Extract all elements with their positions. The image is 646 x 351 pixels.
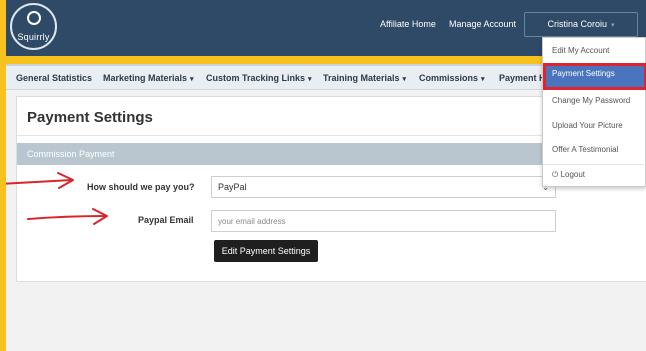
chevron-down-icon: ▾ <box>481 76 485 83</box>
nav-general-statistics[interactable]: General Statistics <box>16 73 92 83</box>
squirrel-icon <box>27 11 41 25</box>
nav-label: Payment H <box>499 73 546 83</box>
nav-label: Marketing Materials <box>103 73 188 83</box>
menu-item-change-password[interactable]: Change My Password <box>543 90 646 112</box>
user-name: Cristina Coroiu <box>547 19 607 29</box>
chevron-down-icon: ▾ <box>611 22 615 29</box>
squirrly-logo[interactable]: Squirrly <box>10 3 57 50</box>
nav-label: Training Materials <box>323 73 400 83</box>
nav-label: Custom Tracking Links <box>206 73 306 83</box>
nav-commissions[interactable]: Commissions ▾ <box>419 73 485 83</box>
paypal-email-input[interactable] <box>211 210 556 232</box>
logout-label: Logout <box>560 170 586 179</box>
menu-item-upload-picture[interactable]: Upload Your Picture <box>543 115 646 137</box>
affiliate-home-link[interactable]: Affiliate Home <box>380 19 436 29</box>
menu-item-payment-settings[interactable]: Payment Settings <box>543 63 646 90</box>
nav-marketing-materials[interactable]: Marketing Materials ▾ <box>103 73 194 83</box>
nav-payment-history[interactable]: Payment H <box>499 73 546 83</box>
chevron-down-icon: ▾ <box>402 76 407 83</box>
pay-method-label: How should we pay you? <box>87 182 195 192</box>
user-menu-button[interactable]: Cristina Coroiu ▾ <box>524 12 638 37</box>
power-icon: ⏻ <box>552 170 559 179</box>
nav-custom-tracking-links[interactable]: Custom Tracking Links ▾ <box>206 73 312 83</box>
menu-item-logout[interactable]: ⏻ Logout <box>543 164 646 186</box>
nav-label: Commissions <box>419 73 479 83</box>
pay-method-value: PayPal <box>218 182 247 192</box>
panel-title: Commission Payment <box>27 149 115 159</box>
manage-account-link[interactable]: Manage Account <box>449 19 516 29</box>
paypal-email-label: Paypal Email <box>138 215 194 225</box>
user-dropdown-menu: Edit My Account Payment Settings Change … <box>542 37 646 187</box>
page-title: Payment Settings <box>27 109 153 126</box>
app-window: Squirrly Affiliate Home Manage Account C… <box>6 0 646 351</box>
nav-label: General Statistics <box>16 73 93 83</box>
edit-payment-settings-button[interactable]: Edit Payment Settings <box>214 240 318 262</box>
menu-item-edit-account[interactable]: Edit My Account <box>543 40 646 62</box>
logo-text: Squirrly <box>17 32 50 42</box>
nav-training-materials[interactable]: Training Materials ▾ <box>323 73 406 83</box>
chevron-down-icon: ▾ <box>308 76 312 83</box>
pay-method-select[interactable]: PayPal ⌄ <box>211 176 556 198</box>
menu-item-offer-testimonial[interactable]: Offer A Testimonial <box>543 139 646 161</box>
chevron-down-icon: ▾ <box>190 76 194 83</box>
